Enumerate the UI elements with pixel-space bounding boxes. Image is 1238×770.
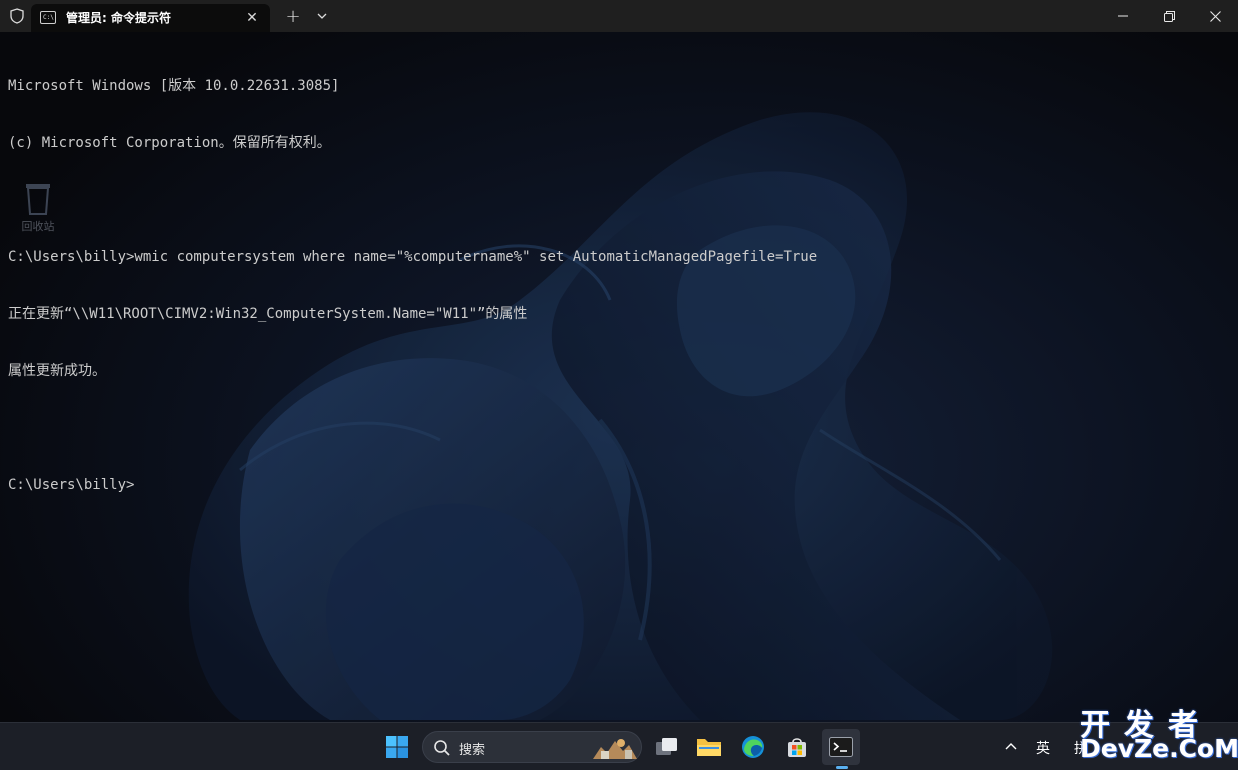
tab-command-prompt[interactable]: C:\ 管理员: 命令提示符 ✕ bbox=[31, 4, 270, 32]
microsoft-store-button[interactable] bbox=[778, 729, 816, 765]
new-tab-button[interactable]: + bbox=[280, 0, 306, 32]
terminal-output[interactable]: Microsoft Windows [版本 10.0.22631.3085] (… bbox=[8, 39, 1228, 533]
close-icon: ✕ bbox=[246, 10, 258, 26]
search-highlight-illustration-icon bbox=[593, 739, 637, 759]
windows-logo-icon bbox=[386, 736, 408, 758]
ime-language-indicator[interactable]: 英 bbox=[1036, 738, 1050, 758]
edge-icon bbox=[742, 736, 764, 758]
tab-close-button[interactable]: ✕ bbox=[240, 4, 264, 32]
tab-dropdown-button[interactable] bbox=[310, 0, 334, 32]
terminal-line: 属性更新成功。 bbox=[8, 363, 106, 379]
taskbar: 搜索 英 拼 bbox=[0, 722, 1238, 770]
admin-shield-icon bbox=[0, 0, 34, 32]
store-icon bbox=[788, 738, 806, 757]
minimize-icon bbox=[1118, 15, 1128, 17]
chevron-down-icon bbox=[317, 13, 327, 19]
close-window-button[interactable] bbox=[1192, 0, 1238, 32]
taskbar-search-box[interactable]: 搜索 bbox=[422, 731, 642, 763]
tab-title: 管理员: 命令提示符 bbox=[66, 11, 171, 25]
task-view-button[interactable] bbox=[648, 729, 686, 765]
show-hidden-icons-button[interactable] bbox=[1003, 739, 1019, 755]
terminal-line: Microsoft Windows [版本 10.0.22631.3085] bbox=[8, 78, 340, 94]
terminal-prompt: C:\Users\billy> bbox=[8, 477, 135, 493]
terminal-line: C:\Users\billy>wmic computersystem where… bbox=[8, 249, 818, 265]
folder-icon bbox=[697, 739, 721, 756]
watermark-bottom-text: DevZe.CoM bbox=[1080, 734, 1238, 763]
restore-icon bbox=[1163, 10, 1175, 22]
plus-icon: + bbox=[285, 5, 301, 27]
minimize-button[interactable] bbox=[1100, 0, 1146, 32]
chevron-up-icon bbox=[1005, 743, 1017, 750]
file-explorer-button[interactable] bbox=[690, 729, 728, 765]
terminal-line: (c) Microsoft Corporation。保留所有权利。 bbox=[8, 135, 331, 151]
active-app-indicator bbox=[836, 766, 848, 769]
terminal-taskbar-button[interactable] bbox=[822, 729, 860, 765]
search-icon bbox=[433, 739, 451, 757]
terminal-icon bbox=[829, 737, 853, 757]
watermark: 开发者 DevZe.CoM bbox=[1078, 700, 1238, 766]
terminal-line: 正在更新“\\W11\ROOT\CIMV2:Win32_ComputerSyst… bbox=[8, 306, 528, 322]
search-placeholder: 搜索 bbox=[459, 743, 486, 758]
close-icon bbox=[1209, 10, 1221, 22]
cmd-icon-text: C:\ bbox=[43, 14, 54, 21]
edge-browser-button[interactable] bbox=[734, 729, 772, 765]
restore-button[interactable] bbox=[1146, 0, 1192, 32]
cmd-icon: C:\ bbox=[40, 11, 56, 24]
desktop-screen: 回收站 Microsoft Windows [版本 10.0.22631.308… bbox=[0, 0, 1238, 770]
start-button[interactable] bbox=[378, 729, 416, 765]
task-view-icon bbox=[656, 738, 677, 755]
title-bar[interactable]: C:\ 管理员: 命令提示符 ✕ + bbox=[0, 0, 1238, 32]
